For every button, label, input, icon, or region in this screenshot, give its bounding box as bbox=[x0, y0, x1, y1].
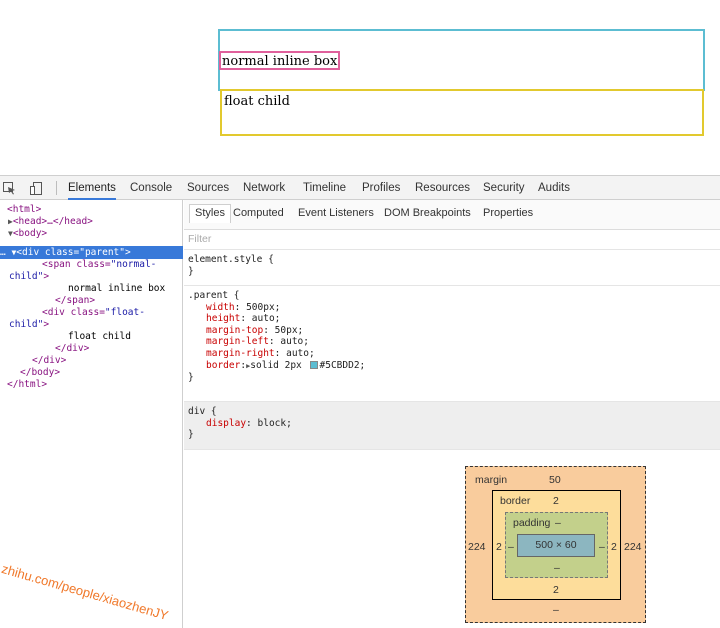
padding-left-value[interactable]: – bbox=[508, 541, 514, 553]
dom-inner-div-open-cont[interactable]: child"> bbox=[9, 319, 49, 331]
color-swatch[interactable] bbox=[309, 361, 318, 370]
padding-bottom-value[interactable]: – bbox=[554, 562, 560, 574]
tab-console[interactable]: Console bbox=[130, 176, 172, 200]
tab-sources[interactable]: Sources bbox=[187, 176, 229, 200]
padding-top-value[interactable]: – bbox=[555, 517, 561, 529]
prop-display[interactable]: display: block; bbox=[188, 418, 716, 430]
tab-resources[interactable]: Resources bbox=[415, 176, 470, 200]
border-right-value[interactable]: 2 bbox=[611, 541, 617, 553]
border-label: border bbox=[500, 495, 531, 507]
dom-html-open[interactable]: <html> bbox=[7, 204, 41, 216]
selector-element-style[interactable]: element.style { bbox=[188, 254, 716, 266]
border-top-value[interactable]: 2 bbox=[553, 495, 559, 507]
tab-elements[interactable]: Elements bbox=[68, 176, 116, 200]
dom-div-close[interactable]: </div> bbox=[32, 355, 66, 367]
dom-inner-div-open[interactable]: <div class="float- bbox=[42, 307, 145, 319]
selector-div[interactable]: div { bbox=[188, 406, 716, 418]
prop-margin-top[interactable]: margin-top: 50px; bbox=[188, 325, 716, 337]
dom-head[interactable]: ▶<head>…</head> bbox=[8, 216, 93, 228]
dom-body-close[interactable]: </body> bbox=[20, 367, 60, 379]
tab-profiles[interactable]: Profiles bbox=[362, 176, 400, 200]
border-bottom-value[interactable]: 2 bbox=[553, 584, 559, 596]
dom-tree: <html> ▶<head>…</head> ▼<body> … ▼<div c… bbox=[0, 200, 183, 628]
box-model-content[interactable]: 500 × 60 bbox=[517, 534, 595, 557]
styles-subtabs: Styles Computed Event Listeners DOM Brea… bbox=[184, 200, 720, 230]
dom-div-parent[interactable]: … ▼<div class="parent"> bbox=[0, 247, 131, 259]
subtab-computed[interactable]: Computed bbox=[233, 207, 284, 220]
rule-close: } bbox=[188, 372, 194, 384]
subtab-dom-breakpoints[interactable]: DOM Breakpoints bbox=[384, 207, 471, 220]
margin-left-value[interactable]: 224 bbox=[468, 541, 486, 553]
dom-body-open[interactable]: ▼<body> bbox=[8, 228, 47, 240]
ellipsis-icon[interactable]: … bbox=[0, 247, 6, 258]
prop-margin-left[interactable]: margin-left: auto; bbox=[188, 336, 716, 348]
prop-border[interactable]: border:▶solid 2px #5CBDD2; bbox=[188, 360, 716, 373]
rule-close: } bbox=[188, 265, 194, 277]
tab-network[interactable]: Network bbox=[243, 176, 285, 200]
prop-width[interactable]: width: 500px; bbox=[188, 302, 716, 314]
dom-span-open-cont[interactable]: child"> bbox=[9, 271, 49, 283]
rule-parent: .parent { width: 500px; height: auto; ma… bbox=[184, 286, 720, 402]
rule-div: div { display: block; } bbox=[184, 402, 720, 450]
prop-height[interactable]: height: auto; bbox=[188, 313, 716, 325]
rule-element-style: element.style { } bbox=[184, 250, 720, 286]
rule-close: } bbox=[188, 429, 194, 441]
margin-top-value[interactable]: 50 bbox=[549, 474, 561, 486]
margin-right-value[interactable]: 224 bbox=[624, 541, 642, 553]
padding-right-value[interactable]: – bbox=[599, 541, 605, 553]
prop-margin-right[interactable]: margin-right: auto; bbox=[188, 348, 716, 360]
dom-span-close[interactable]: </span> bbox=[55, 295, 95, 307]
padding-label: padding bbox=[513, 517, 551, 529]
subtab-styles[interactable]: Styles bbox=[189, 204, 231, 223]
normal-inline-box: normal inline box bbox=[219, 51, 341, 70]
selector-parent[interactable]: .parent { bbox=[188, 290, 716, 302]
devtools-toolbar: Elements Console Sources Network Timelin… bbox=[0, 176, 720, 200]
tab-audits[interactable]: Audits bbox=[538, 176, 570, 200]
subtab-properties[interactable]: Properties bbox=[483, 207, 533, 220]
float-child-box: float child bbox=[220, 89, 704, 136]
tab-security[interactable]: Security bbox=[483, 176, 525, 200]
toolbar-separator bbox=[56, 181, 57, 195]
border-left-value[interactable]: 2 bbox=[496, 541, 502, 553]
subtab-event-listeners[interactable]: Event Listeners bbox=[298, 207, 374, 220]
filter-input[interactable]: Filter bbox=[184, 230, 720, 250]
margin-label: margin bbox=[475, 474, 508, 486]
dom-inner-div-text[interactable]: float child bbox=[68, 331, 131, 343]
tab-timeline[interactable]: Timeline bbox=[303, 176, 346, 200]
margin-bottom-value[interactable]: – bbox=[553, 604, 559, 616]
dom-inner-div-close[interactable]: </div> bbox=[55, 343, 89, 355]
device-mode-icon[interactable] bbox=[30, 182, 44, 198]
dom-html-close[interactable]: </html> bbox=[7, 379, 47, 391]
dom-span-open[interactable]: <span class="normal- bbox=[42, 259, 156, 271]
dom-span-text[interactable]: normal inline box bbox=[68, 283, 165, 295]
inspect-element-icon[interactable] bbox=[3, 182, 17, 198]
